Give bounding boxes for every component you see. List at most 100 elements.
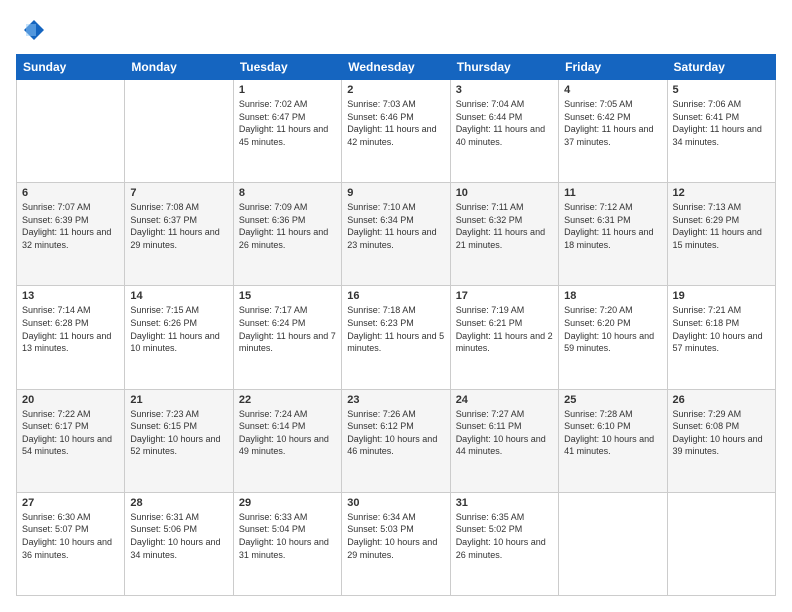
calendar-cell: 23 Sunrise: 7:26 AM Sunset: 6:12 PM Dayli… (342, 389, 450, 492)
day-number: 14 (130, 290, 227, 302)
cell-info: Sunrise: 7:21 AM Sunset: 6:18 PM Dayligh… (673, 304, 770, 354)
day-number: 31 (456, 497, 553, 509)
cell-info: Sunrise: 7:22 AM Sunset: 6:17 PM Dayligh… (22, 408, 119, 458)
day-number: 16 (347, 290, 444, 302)
calendar-cell: 31 Sunrise: 6:35 AM Sunset: 5:02 PM Dayli… (450, 492, 558, 595)
calendar-cell: 11 Sunrise: 7:12 AM Sunset: 6:31 PM Dayli… (559, 183, 667, 286)
calendar-week-4: 20 Sunrise: 7:22 AM Sunset: 6:17 PM Dayli… (17, 389, 776, 492)
calendar-cell: 2 Sunrise: 7:03 AM Sunset: 6:46 PM Daylig… (342, 80, 450, 183)
calendar-cell: 6 Sunrise: 7:07 AM Sunset: 6:39 PM Daylig… (17, 183, 125, 286)
cell-info: Sunrise: 6:33 AM Sunset: 5:04 PM Dayligh… (239, 511, 336, 561)
cell-info: Sunrise: 7:04 AM Sunset: 6:44 PM Dayligh… (456, 98, 553, 148)
day-number: 25 (564, 394, 661, 406)
day-number: 2 (347, 84, 444, 96)
day-number: 7 (130, 187, 227, 199)
day-number: 26 (673, 394, 770, 406)
cell-info: Sunrise: 7:27 AM Sunset: 6:11 PM Dayligh… (456, 408, 553, 458)
calendar-cell: 18 Sunrise: 7:20 AM Sunset: 6:20 PM Dayli… (559, 286, 667, 389)
calendar-cell: 4 Sunrise: 7:05 AM Sunset: 6:42 PM Daylig… (559, 80, 667, 183)
cell-info: Sunrise: 7:09 AM Sunset: 6:36 PM Dayligh… (239, 201, 336, 251)
calendar-cell: 24 Sunrise: 7:27 AM Sunset: 6:11 PM Dayli… (450, 389, 558, 492)
cell-info: Sunrise: 7:08 AM Sunset: 6:37 PM Dayligh… (130, 201, 227, 251)
day-number: 6 (22, 187, 119, 199)
day-number: 21 (130, 394, 227, 406)
calendar-cell: 15Sunrise: 7:17 AM Sunset: 6:24 PM Dayli… (233, 286, 341, 389)
cell-info: Sunrise: 7:18 AM Sunset: 6:23 PM Dayligh… (347, 304, 444, 354)
cell-info: Sunrise: 7:24 AM Sunset: 6:14 PM Dayligh… (239, 408, 336, 458)
calendar-cell: 21 Sunrise: 7:23 AM Sunset: 6:15 PM Dayli… (125, 389, 233, 492)
cell-info: Sunrise: 6:31 AM Sunset: 5:06 PM Dayligh… (130, 511, 227, 561)
weekday-header-monday: Monday (125, 55, 233, 80)
day-number: 12 (673, 187, 770, 199)
day-number: 1 (239, 84, 336, 96)
cell-info: Sunrise: 6:35 AM Sunset: 5:02 PM Dayligh… (456, 511, 553, 561)
day-number: 3 (456, 84, 553, 96)
calendar-week-3: 13Sunrise: 7:14 AM Sunset: 6:28 PM Dayli… (17, 286, 776, 389)
day-number: 29 (239, 497, 336, 509)
calendar-cell: 27Sunrise: 6:30 AM Sunset: 5:07 PM Dayli… (17, 492, 125, 595)
weekday-header-row: SundayMondayTuesdayWednesdayThursdayFrid… (17, 55, 776, 80)
calendar-cell: 26 Sunrise: 7:29 AM Sunset: 6:08 PM Dayli… (667, 389, 775, 492)
weekday-header-wednesday: Wednesday (342, 55, 450, 80)
cell-info: Sunrise: 7:23 AM Sunset: 6:15 PM Dayligh… (130, 408, 227, 458)
cell-info: Sunrise: 7:28 AM Sunset: 6:10 PM Dayligh… (564, 408, 661, 458)
calendar-cell (559, 492, 667, 595)
day-number: 5 (673, 84, 770, 96)
weekday-header-thursday: Thursday (450, 55, 558, 80)
calendar-cell: 30 Sunrise: 6:34 AM Sunset: 5:03 PM Dayli… (342, 492, 450, 595)
logo-icon (16, 16, 44, 44)
calendar-cell: 19 Sunrise: 7:21 AM Sunset: 6:18 PM Dayli… (667, 286, 775, 389)
calendar-cell: 1Sunrise: 7:02 AM Sunset: 6:47 PM Daylig… (233, 80, 341, 183)
day-number: 24 (456, 394, 553, 406)
calendar-week-2: 6 Sunrise: 7:07 AM Sunset: 6:39 PM Daylig… (17, 183, 776, 286)
calendar-table: SundayMondayTuesdayWednesdayThursdayFrid… (16, 54, 776, 596)
calendar-week-1: 1Sunrise: 7:02 AM Sunset: 6:47 PM Daylig… (17, 80, 776, 183)
weekday-header-sunday: Sunday (17, 55, 125, 80)
day-number: 11 (564, 187, 661, 199)
cell-info: Sunrise: 7:20 AM Sunset: 6:20 PM Dayligh… (564, 304, 661, 354)
cell-info: Sunrise: 7:15 AM Sunset: 6:26 PM Dayligh… (130, 304, 227, 354)
day-number: 23 (347, 394, 444, 406)
cell-info: Sunrise: 7:03 AM Sunset: 6:46 PM Dayligh… (347, 98, 444, 148)
day-number: 27 (22, 497, 119, 509)
calendar-cell: 7 Sunrise: 7:08 AM Sunset: 6:37 PM Daylig… (125, 183, 233, 286)
calendar-cell: 22 Sunrise: 7:24 AM Sunset: 6:14 PM Dayli… (233, 389, 341, 492)
cell-info: Sunrise: 7:07 AM Sunset: 6:39 PM Dayligh… (22, 201, 119, 251)
calendar-cell: 28 Sunrise: 6:31 AM Sunset: 5:06 PM Dayli… (125, 492, 233, 595)
calendar-cell: 14 Sunrise: 7:15 AM Sunset: 6:26 PM Dayli… (125, 286, 233, 389)
calendar-cell: 10Sunrise: 7:11 AM Sunset: 6:32 PM Dayli… (450, 183, 558, 286)
calendar-cell (17, 80, 125, 183)
calendar-cell: 13Sunrise: 7:14 AM Sunset: 6:28 PM Dayli… (17, 286, 125, 389)
cell-info: Sunrise: 7:26 AM Sunset: 6:12 PM Dayligh… (347, 408, 444, 458)
day-number: 4 (564, 84, 661, 96)
day-number: 28 (130, 497, 227, 509)
day-number: 15 (239, 290, 336, 302)
calendar-cell: 12 Sunrise: 7:13 AM Sunset: 6:29 PM Dayli… (667, 183, 775, 286)
day-number: 20 (22, 394, 119, 406)
day-number: 22 (239, 394, 336, 406)
day-number: 8 (239, 187, 336, 199)
cell-info: Sunrise: 7:19 AM Sunset: 6:21 PM Dayligh… (456, 304, 553, 354)
calendar-cell (125, 80, 233, 183)
logo (16, 16, 48, 44)
day-number: 30 (347, 497, 444, 509)
weekday-header-saturday: Saturday (667, 55, 775, 80)
day-number: 17 (456, 290, 553, 302)
day-number: 10 (456, 187, 553, 199)
day-number: 18 (564, 290, 661, 302)
calendar-cell: 20 Sunrise: 7:22 AM Sunset: 6:17 PM Dayli… (17, 389, 125, 492)
cell-info: Sunrise: 7:10 AM Sunset: 6:34 PM Dayligh… (347, 201, 444, 251)
cell-info: Sunrise: 7:06 AM Sunset: 6:41 PM Dayligh… (673, 98, 770, 148)
calendar-cell: 8 Sunrise: 7:09 AM Sunset: 6:36 PM Daylig… (233, 183, 341, 286)
day-number: 19 (673, 290, 770, 302)
cell-info: Sunrise: 7:05 AM Sunset: 6:42 PM Dayligh… (564, 98, 661, 148)
header (16, 16, 776, 44)
calendar-cell: 9 Sunrise: 7:10 AM Sunset: 6:34 PM Daylig… (342, 183, 450, 286)
calendar-week-5: 27Sunrise: 6:30 AM Sunset: 5:07 PM Dayli… (17, 492, 776, 595)
cell-info: Sunrise: 7:12 AM Sunset: 6:31 PM Dayligh… (564, 201, 661, 251)
cell-info: Sunrise: 7:13 AM Sunset: 6:29 PM Dayligh… (673, 201, 770, 251)
cell-info: Sunrise: 7:14 AM Sunset: 6:28 PM Dayligh… (22, 304, 119, 354)
day-number: 9 (347, 187, 444, 199)
cell-info: Sunrise: 7:29 AM Sunset: 6:08 PM Dayligh… (673, 408, 770, 458)
cell-info: Sunrise: 6:34 AM Sunset: 5:03 PM Dayligh… (347, 511, 444, 561)
